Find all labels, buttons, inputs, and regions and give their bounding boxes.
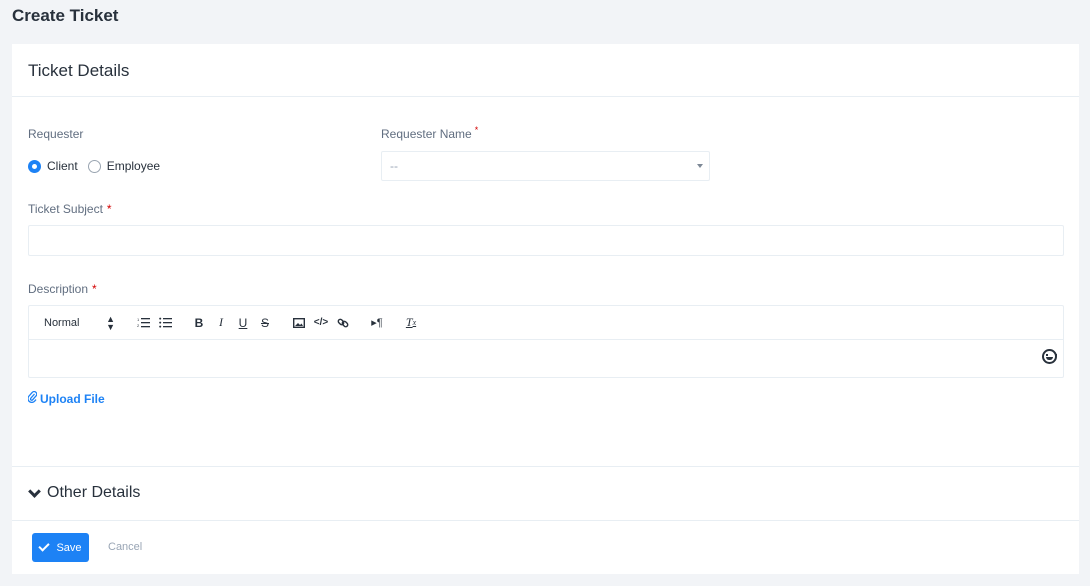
code-icon[interactable]: </> xyxy=(310,314,332,332)
caret-down-icon xyxy=(697,164,703,168)
ticket-subject-input[interactable] xyxy=(28,225,1064,256)
underline-icon[interactable]: U xyxy=(232,314,254,332)
strike-icon[interactable]: S xyxy=(254,314,276,332)
description-label-text: Description xyxy=(28,282,89,296)
bold-icon[interactable]: B xyxy=(188,314,210,332)
paperclip-icon xyxy=(27,390,38,406)
editor-toolbar: Normal ▲ ▼ 12 B I U S </> ▸¶ T x xyxy=(29,306,1063,340)
card-title: Ticket Details xyxy=(12,44,1079,97)
check-icon xyxy=(38,540,51,552)
format-select-value: Normal xyxy=(44,316,80,329)
svg-text:2: 2 xyxy=(137,323,140,328)
requester-name-label: Requester Name * xyxy=(381,125,479,141)
svg-text:1: 1 xyxy=(137,317,140,322)
requester-name-select[interactable]: -- xyxy=(381,151,710,181)
requester-name-label-text: Requester Name xyxy=(381,127,472,141)
required-marker: * xyxy=(474,125,479,135)
requester-radio-group: Client Employee xyxy=(28,159,170,173)
clear-format-icon[interactable]: Tx xyxy=(400,314,422,332)
radio-client-label: Client xyxy=(47,159,78,173)
ticket-subject-label-text: Ticket Subject xyxy=(28,202,103,216)
requester-name-value: -- xyxy=(390,159,398,173)
radio-employee[interactable]: Employee xyxy=(87,159,161,173)
radio-unchecked-icon xyxy=(87,159,101,173)
radio-employee-label: Employee xyxy=(106,159,161,173)
other-details-toggle[interactable]: Other Details xyxy=(28,484,140,502)
ordered-list-icon[interactable]: 12 xyxy=(132,314,154,332)
radio-client[interactable]: Client xyxy=(28,159,78,173)
format-select[interactable]: Normal ▲ ▼ xyxy=(44,313,115,332)
radio-checked-icon xyxy=(28,159,41,173)
emoji-icon[interactable] xyxy=(1042,349,1057,364)
image-icon[interactable] xyxy=(288,314,310,332)
save-label: Save xyxy=(56,541,82,554)
description-label: Description * xyxy=(28,282,97,296)
save-button[interactable]: Save xyxy=(32,533,89,562)
updown-arrows-icon: ▲ ▼ xyxy=(106,313,115,332)
required-marker: * xyxy=(92,282,97,296)
required-marker: * xyxy=(106,202,112,216)
rtl-icon[interactable]: ▸¶ xyxy=(366,314,388,332)
bullet-list-icon[interactable] xyxy=(154,314,176,332)
requester-label: Requester xyxy=(28,127,84,141)
italic-icon[interactable]: I xyxy=(210,314,232,332)
description-editor: Normal ▲ ▼ 12 B I U S </> ▸¶ T x xyxy=(28,305,1064,378)
section-divider xyxy=(12,466,1079,467)
ticket-form-card: Ticket Details Requester Client Employee… xyxy=(12,44,1079,574)
upload-file-link[interactable]: Upload File xyxy=(27,390,105,406)
page-title: Create Ticket xyxy=(12,6,119,25)
ticket-subject-label: Ticket Subject * xyxy=(28,202,112,216)
link-icon[interactable] xyxy=(332,314,354,332)
form-footer: Save Cancel xyxy=(12,520,1079,574)
chevron-down-icon xyxy=(28,484,41,498)
cancel-button[interactable]: Cancel xyxy=(108,541,142,553)
upload-file-label: Upload File xyxy=(40,391,105,406)
other-details-label: Other Details xyxy=(47,484,141,501)
